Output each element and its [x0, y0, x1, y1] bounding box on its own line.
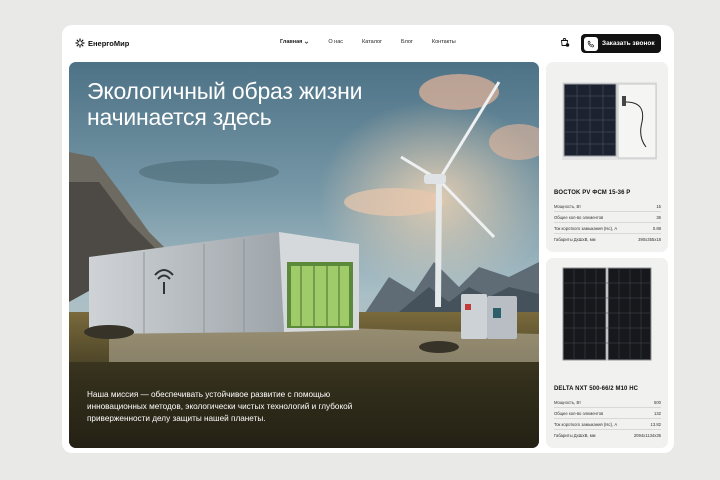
chevron-down-icon [305, 41, 309, 44]
spec-value: 13.82 [650, 422, 661, 427]
product-image [562, 82, 657, 160]
nav-item-about[interactable]: О нас [328, 39, 343, 45]
logo-icon [75, 38, 85, 48]
spec-row: Общее кол-во элементов 132 [554, 411, 661, 419]
page-card: ЕнергоМир Главная О нас Каталог Блог Кон… [62, 25, 674, 453]
logo[interactable]: ЕнергоМир [75, 38, 129, 48]
spec-row: Общее кол-во элементов 36 [554, 215, 661, 223]
spec-value: 390х355х18 [638, 237, 661, 242]
nav-item-catalog[interactable]: Каталог [362, 39, 382, 45]
spec-value: 500 [654, 400, 661, 405]
spec-value: 132 [654, 411, 661, 416]
spec-row: Мощность, Вт 15 [554, 204, 661, 212]
spec-label: Габариты ДхШхВ, мм [554, 237, 596, 242]
nav-item-label: Главная [280, 39, 303, 45]
mission-text: Наша миссия — обеспечивать устойчивое ра… [87, 390, 353, 423]
spec-row: Ток короткого замыкания (Isc), А 0.88 [554, 226, 661, 234]
spec-value: 36 [656, 215, 661, 220]
spec-label: Мощность, Вт [554, 400, 582, 405]
hero-title: Экологичный образ жизни начинается здесь [87, 78, 363, 130]
product-image [562, 267, 652, 361]
spec-label: Габариты ДхШхВ, мм [554, 433, 596, 438]
spec-row: Мощность, Вт 500 [554, 400, 661, 408]
spec-value: 2094х1134х35 [633, 433, 661, 438]
main-nav: Главная О нас Каталог Блог Контакты [280, 39, 456, 45]
order-call-button[interactable]: Заказать звонок [581, 34, 661, 53]
cart-icon[interactable] [559, 37, 571, 49]
spec-label: Общее кол-во элементов [554, 411, 604, 416]
spec-row: Ток короткого замыкания (Isc), А 13.82 [554, 422, 661, 430]
spec-label: Мощность, Вт [554, 204, 582, 209]
logo-text: ЕнергоМир [88, 38, 130, 48]
hero-banner: Экологичный образ жизни начинается здесь… [69, 62, 539, 448]
product-name: DELTA NXT 500-66/2 M10 HC [554, 386, 639, 392]
spec-label: Общее кол-во элементов [554, 215, 604, 220]
product-name: BOCTOK PV ФСМ 15-36 P [554, 190, 631, 196]
nav-item-blog[interactable]: Блог [401, 39, 413, 45]
spec-row: Габариты ДхШхВ, мм 2094х1134х35 [554, 433, 661, 440]
product-card[interactable]: BOCTOK PV ФСМ 15-36 P Мощность, Вт 15 Общ… [546, 62, 668, 252]
product-card[interactable]: DELTA NXT 500-66/2 M10 HC Мощность, Вт 50… [546, 258, 668, 448]
nav-item-contacts[interactable]: Контакты [432, 39, 456, 45]
spec-label: Ток короткого замыкания (Isc), А [554, 422, 618, 427]
spec-value: 0.88 [652, 226, 661, 231]
phone-icon [584, 36, 598, 51]
spec-value: 15 [656, 204, 661, 209]
spec-label: Ток короткого замыкания (Isc), А [554, 226, 618, 231]
order-call-label: Заказать звонок [602, 40, 655, 47]
nav-item-home[interactable]: Главная [280, 39, 309, 45]
spec-row: Габариты ДхШхВ, мм 390х355х18 [554, 237, 661, 244]
header: ЕнергоМир Главная О нас Каталог Блог Кон… [62, 25, 674, 62]
